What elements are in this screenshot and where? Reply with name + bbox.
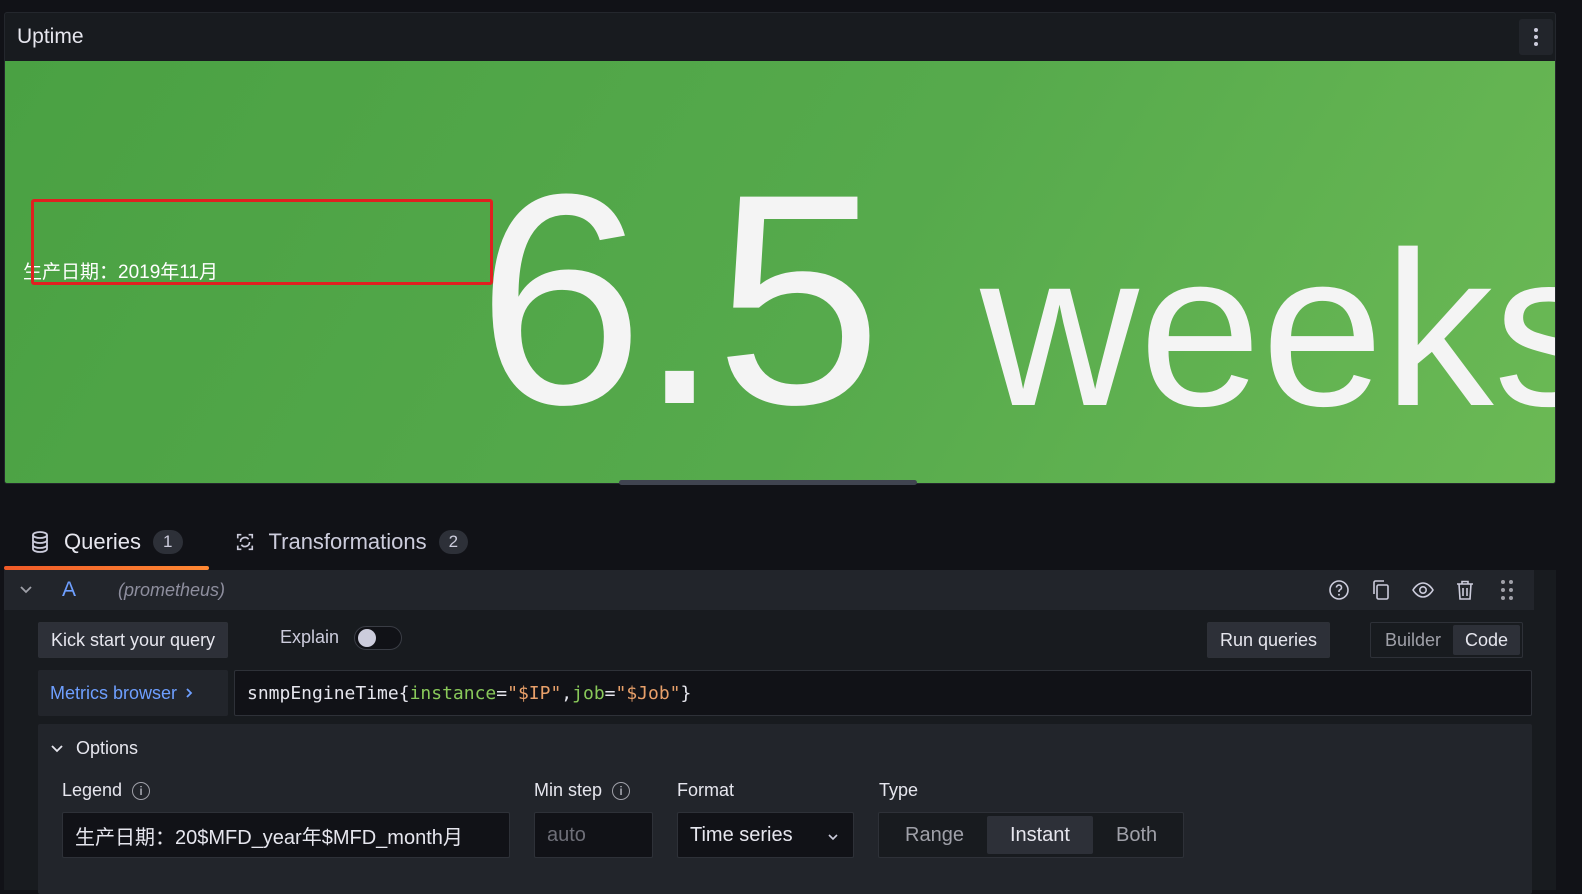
stat-unit: weeks xyxy=(980,206,1556,452)
tab-queries-count: 1 xyxy=(153,530,183,554)
options-title: Options xyxy=(76,738,139,758)
query-editor: A (prometheus) Kick start your query Exp… xyxy=(4,570,1556,894)
info-icon[interactable]: i xyxy=(612,781,631,800)
metrics-browser-label: Metrics browser xyxy=(50,682,178,703)
transform-icon xyxy=(235,531,255,553)
chevron-down-icon xyxy=(50,738,64,759)
stat-panel: Uptime 生产日期：2019年11月 6.5 weeks xyxy=(4,12,1556,484)
format-select[interactable]: Time series xyxy=(677,812,854,858)
stat-legend: 生产日期：2019年11月 xyxy=(23,262,218,283)
panel-title: Uptime xyxy=(17,25,84,48)
options-toggle[interactable]: Options xyxy=(50,738,138,759)
database-icon xyxy=(30,531,50,553)
options-section: Options Legend i 生产日期：20$MFD_year年$MFD_m… xyxy=(38,724,1532,894)
expr-label-job: job xyxy=(572,682,605,704)
copy-icon[interactable] xyxy=(1368,574,1394,606)
info-icon[interactable]: i xyxy=(132,781,151,800)
query-row-header: A (prometheus) xyxy=(4,570,1534,610)
legend-label-text: Legend xyxy=(62,780,123,800)
tab-transformations-label: Transformations xyxy=(268,529,427,554)
explain-label: Explain xyxy=(280,627,340,647)
type-both-option[interactable]: Both xyxy=(1093,816,1180,854)
eye-icon[interactable] xyxy=(1410,574,1436,606)
kick-start-button[interactable]: Kick start your query xyxy=(38,622,229,658)
tab-transformations[interactable]: Transformations 2 xyxy=(209,517,495,567)
metrics-browser-button[interactable]: Metrics browser xyxy=(38,670,228,716)
expr-brace-close: } xyxy=(680,682,692,704)
chevron-down-icon[interactable] xyxy=(4,585,48,595)
explain-toggle[interactable] xyxy=(354,626,402,650)
query-actions xyxy=(1326,574,1520,606)
expr-comma: , xyxy=(561,682,573,704)
expr-eq: = xyxy=(604,682,616,704)
min-step-label: Min step i xyxy=(534,780,631,801)
expr-metric: snmpEngineTime xyxy=(247,682,399,704)
tab-queries-label: Queries xyxy=(64,529,142,554)
type-range-option[interactable]: Range xyxy=(882,816,987,854)
expr-brace-open: { xyxy=(398,682,410,704)
expr-eq: = xyxy=(496,682,508,704)
chevron-right-icon xyxy=(185,683,193,704)
query-type-toggle: Range Instant Both xyxy=(878,812,1185,858)
expr-label-instance: instance xyxy=(409,682,497,704)
expr-value-job: "$Job" xyxy=(615,682,681,704)
run-queries-button[interactable]: Run queries xyxy=(1207,622,1331,658)
query-datasource: (prometheus) xyxy=(118,579,226,600)
min-step-input[interactable]: auto xyxy=(534,812,653,858)
panel-header: Uptime xyxy=(5,13,1555,61)
trash-icon[interactable] xyxy=(1452,574,1478,606)
help-icon[interactable] xyxy=(1326,574,1352,606)
legend-label: Legend i xyxy=(62,780,151,801)
format-label: Format xyxy=(677,780,735,800)
chevron-down-icon xyxy=(827,824,839,847)
format-value: Time series xyxy=(690,823,793,846)
panel-menu-icon[interactable] xyxy=(1519,19,1553,55)
stat-value-area: 生产日期：2019年11月 6.5 weeks xyxy=(5,61,1556,483)
drag-icon[interactable] xyxy=(1494,574,1520,606)
expr-value-ip: "$IP" xyxy=(507,682,562,704)
promql-code-editor[interactable]: snmpEngineTime{instance = "$IP", job = "$Job"… xyxy=(234,670,1532,716)
tab-transformations-count: 2 xyxy=(438,530,469,554)
tab-queries[interactable]: Queries 1 xyxy=(4,517,209,570)
stat-value: 6.5 xyxy=(477,131,882,467)
type-instant-option[interactable]: Instant xyxy=(986,816,1093,854)
query-ref-id[interactable]: A xyxy=(48,578,118,602)
panel-resize-handle[interactable] xyxy=(619,480,917,485)
editor-tabs: Queries 1 Transformations 2 xyxy=(0,517,494,571)
min-step-label-text: Min step xyxy=(534,780,603,800)
legend-input[interactable]: 生产日期：20$MFD_year年$MFD_month月 xyxy=(62,812,510,858)
builder-mode-option[interactable]: Builder xyxy=(1373,625,1453,655)
code-mode-option[interactable]: Code xyxy=(1453,625,1521,655)
editor-mode-toggle: Builder Code xyxy=(1370,622,1524,658)
type-label: Type xyxy=(879,780,919,800)
